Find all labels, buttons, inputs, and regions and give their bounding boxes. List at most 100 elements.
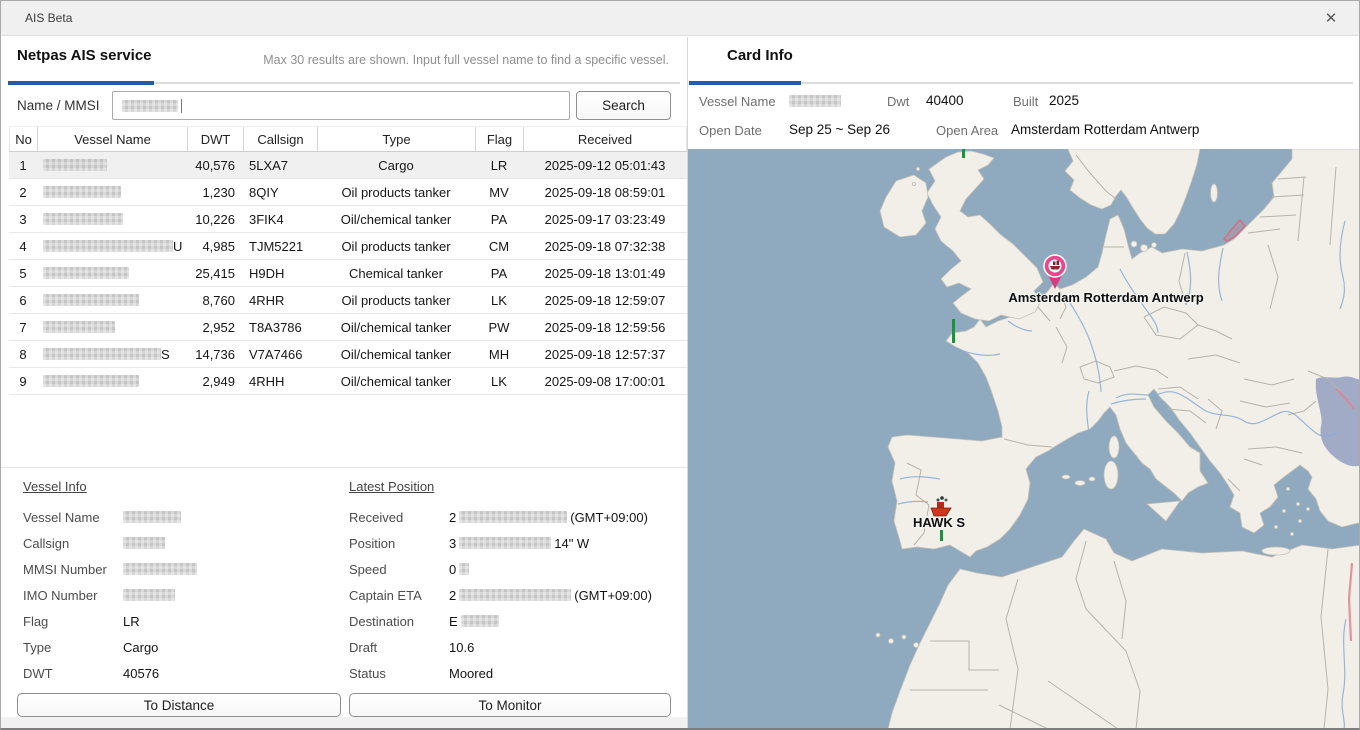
table-row[interactable]: 310,2263FIK4Oil/chemical tankerPA2025-09… (9, 206, 687, 233)
card-built-value: 2025 (1049, 93, 1079, 108)
cell-flag: LK (475, 368, 523, 394)
table-row[interactable]: 525,415H9DHChemical tankerPA2025-09-18 1… (9, 260, 687, 287)
latest-position-heading: Latest Position (349, 479, 434, 494)
cell-type: Oil/chemical tanker (317, 368, 475, 394)
europe-map[interactable]: HAWK S Amsterdam Rotterdam Antwerp (688, 149, 1360, 729)
field-label: Status (349, 666, 449, 681)
cell-rcv: 2025-09-18 08:59:01 (523, 179, 687, 205)
table-row[interactable]: 4U4,985TJM5221Oil products tankerCM2025-… (9, 233, 687, 260)
column-header-rcv[interactable]: Received (523, 127, 687, 151)
cell-type: Oil products tanker (317, 287, 475, 313)
search-button[interactable]: Search (576, 91, 671, 120)
table-row[interactable]: 8S14,736V7A7466Oil/chemical tankerMH2025… (9, 341, 687, 368)
cell-no: 9 (9, 368, 37, 394)
field-label: Callsign (23, 536, 123, 551)
redacted-text (43, 186, 121, 198)
card-vessel-name-label: Vessel Name (699, 94, 776, 109)
field-value: 2(GMT+09:00) (449, 510, 648, 525)
column-header-type[interactable]: Type (317, 127, 475, 151)
redacted-text (43, 321, 115, 333)
column-header-flag[interactable]: Flag (475, 127, 523, 151)
column-header-name[interactable]: Vessel Name (37, 127, 187, 151)
cell-cs: TJM5221 (243, 233, 317, 259)
field-label: Type (23, 640, 123, 655)
to-distance-button[interactable]: To Distance (17, 693, 341, 717)
card-built-label: Built (1013, 94, 1038, 109)
redacted-text (459, 537, 551, 549)
field-label: Received (349, 510, 449, 525)
field-value: 2(GMT+09:00) (449, 588, 652, 603)
field-value: 314" W (449, 536, 589, 551)
vessel-table-body: 140,5765LXA7CargoLR2025-09-12 05:01:4321… (9, 152, 687, 395)
redacted-text (461, 615, 499, 627)
info-field-vessel-name: Vessel Name (23, 508, 181, 526)
close-icon[interactable]: ✕ (1317, 8, 1345, 30)
redacted-text (43, 375, 139, 387)
cell-rcv: 2025-09-12 05:01:43 (523, 152, 687, 178)
table-row[interactable]: 68,7604RHROil products tankerLK2025-09-1… (9, 287, 687, 314)
cell-type: Oil products tanker (317, 233, 475, 259)
app-window: AIS Beta ✕ Netpas AIS service Max 30 res… (0, 0, 1360, 730)
field-label: DWT (23, 666, 123, 681)
card-open-date-label: Open Date (699, 123, 762, 138)
info-field-received: Received2(GMT+09:00) (349, 508, 648, 526)
cell-no: 8 (9, 341, 37, 367)
column-header-dwt[interactable]: DWT (187, 127, 243, 151)
redacted-text (43, 348, 161, 360)
to-monitor-button[interactable]: To Monitor (349, 693, 671, 717)
field-label: IMO Number (23, 588, 123, 603)
field-value: 10.6 (449, 640, 474, 655)
column-header-cs[interactable]: Callsign (243, 127, 317, 151)
table-row[interactable]: 72,952T8A3786Oil/chemical tankerPW2025-0… (9, 314, 687, 341)
redacted-text (43, 213, 123, 225)
tab-netpas-ais-service[interactable]: Netpas AIS service (17, 47, 152, 64)
info-field-callsign: Callsign (23, 534, 165, 552)
cell-dwt: 40,576 (187, 152, 243, 178)
cell-flag: PA (475, 260, 523, 286)
search-input[interactable] (112, 91, 570, 120)
cell-flag: MV (475, 179, 523, 205)
map-pin-label: Amsterdam Rotterdam Antwerp (1008, 290, 1203, 305)
cell-name (37, 368, 187, 394)
cell-cs: T8A3786 (243, 314, 317, 340)
cell-flag: MH (475, 341, 523, 367)
cell-flag: PA (475, 206, 523, 232)
table-row[interactable]: 21,2308QIYOil products tankerMV2025-09-1… (9, 179, 687, 206)
text-cursor (181, 99, 182, 113)
cell-rcv: 2025-09-18 12:59:07 (523, 287, 687, 313)
cell-rcv: 2025-09-18 07:32:38 (523, 233, 687, 259)
cell-cs: 4RHR (243, 287, 317, 313)
field-label: Captain ETA (349, 588, 449, 603)
left-tab-underline-active (8, 81, 154, 85)
cell-rcv: 2025-09-08 17:00:01 (523, 368, 687, 394)
redacted-text (43, 294, 139, 306)
field-value: LR (123, 614, 140, 629)
tab-card-info[interactable]: Card Info (727, 47, 793, 64)
cell-rcv: 2025-09-17 03:23:49 (523, 206, 687, 232)
right-tab-underline-active (689, 81, 801, 85)
info-field-position: Position314" W (349, 534, 589, 552)
window-title: AIS Beta (25, 11, 72, 25)
cell-name (37, 260, 187, 286)
field-label: MMSI Number (23, 562, 123, 577)
table-row[interactable]: 140,5765LXA7CargoLR2025-09-12 05:01:43 (9, 152, 687, 179)
cell-no: 2 (9, 179, 37, 205)
field-value (123, 589, 175, 601)
map-ship-label: HAWK S (913, 515, 965, 530)
info-field-destination: DestinationE (349, 612, 499, 630)
field-label: Flag (23, 614, 123, 629)
cell-cs: 4RHH (243, 368, 317, 394)
field-label: Draft (349, 640, 449, 655)
redacted-text (123, 589, 175, 601)
column-header-no[interactable]: No (9, 127, 37, 151)
cell-no: 1 (9, 152, 37, 178)
cell-dwt: 8,760 (187, 287, 243, 313)
section-divider (1, 467, 687, 468)
cell-no: 4 (9, 233, 37, 259)
info-field-captain-eta: Captain ETA2(GMT+09:00) (349, 586, 652, 604)
table-row[interactable]: 92,9494RHHOil/chemical tankerLK2025-09-0… (9, 368, 687, 395)
info-field-speed: Speed0 (349, 560, 469, 578)
cell-rcv: 2025-09-18 12:59:56 (523, 314, 687, 340)
redacted-text (43, 267, 129, 279)
redacted-text (459, 589, 571, 601)
